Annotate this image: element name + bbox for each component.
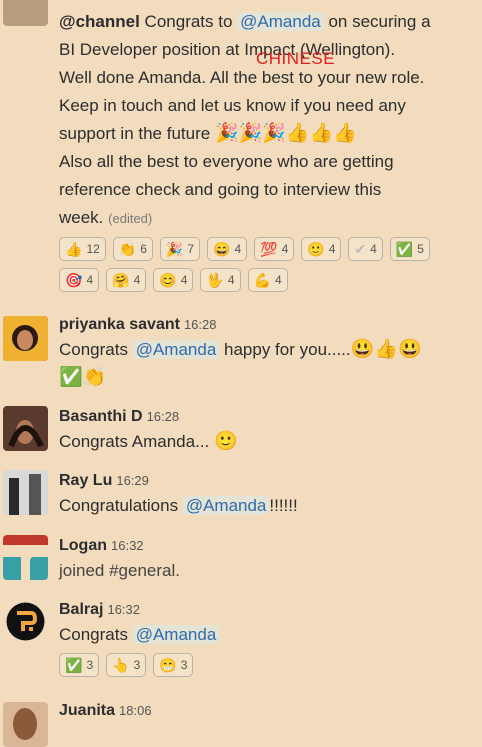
reaction-100[interactable]: 💯 4 (254, 237, 295, 261)
channel-mention[interactable]: @channel (59, 12, 140, 31)
timestamp[interactable]: 18:06 (119, 703, 152, 718)
avatar-image (3, 316, 48, 361)
reactions-bar: ✅ 3 👆 3 😁 3 (59, 653, 474, 677)
clap-icon: 👏 (118, 241, 137, 257)
avatar-image (3, 406, 48, 451)
avatar-image (3, 535, 48, 580)
reaction-muscle[interactable]: 💪 4 (247, 268, 288, 292)
reaction-point-up[interactable]: 👆 3 (106, 653, 147, 677)
message-text: joined #general. (59, 561, 180, 580)
user-mention[interactable]: @Amanda (237, 12, 324, 31)
timestamp[interactable]: 16:32 (107, 602, 140, 617)
author-name[interactable]: Logan (59, 537, 107, 554)
hugging-icon: 🤗 (112, 272, 130, 288)
timestamp[interactable]: 16:29 (116, 473, 149, 488)
edited-label: (edited) (108, 211, 153, 226)
dart-icon: 🎯 (65, 272, 83, 288)
avatar[interactable] (3, 406, 48, 451)
reaction-heavy-check[interactable]: ✅ 5 (389, 237, 430, 261)
message-text: Congrats Amanda... 🙂 (59, 431, 238, 452)
user-mention[interactable]: @Amanda (132, 340, 220, 359)
heavy-check-icon: ✅ (65, 657, 83, 673)
reaction-slight-smile[interactable]: 🙂 4 (301, 237, 342, 261)
author-name[interactable]: Balraj (59, 601, 103, 618)
avatar[interactable] (3, 316, 48, 361)
blush-icon: 😊 (159, 272, 177, 288)
hundred-icon: 💯 (260, 241, 278, 257)
timestamp[interactable]: 16:32 (111, 538, 144, 553)
user-mention[interactable]: @Amanda (132, 625, 220, 644)
author-name[interactable]: Basanthi D (59, 408, 143, 425)
avatar[interactable] (3, 0, 48, 26)
avatar-image (3, 702, 48, 747)
reactions-bar: 👍 12 👏 6 🎉 7 😄 4 💯 4 🙂 4 ✔ 4 ✅ 5 🎯 4 🤗 4 😊 4 🖖 4 💪 4 (59, 237, 469, 292)
reaction-check-mark[interactable]: ✔ 4 (348, 237, 383, 261)
reaction-vulcan[interactable]: 🖖 4 (200, 268, 241, 292)
reaction-clap[interactable]: 👏 6 (112, 237, 153, 261)
inline-emoji: 😃👍😃 (350, 339, 422, 360)
smile-icon: 😄 (213, 241, 231, 257)
reaction-blush[interactable]: 😊 4 (153, 268, 194, 292)
point-up-icon: 👆 (112, 657, 130, 673)
reaction-tada[interactable]: 🎉 7 (159, 237, 201, 261)
thumbsup-icon: 👍 (65, 241, 83, 257)
reaction-heavy-check[interactable]: ✅ 3 (59, 653, 100, 677)
reaction-dart[interactable]: 🎯 4 (59, 268, 100, 292)
reaction-grin[interactable]: 😁 3 (153, 653, 194, 677)
inline-emoji: 🎉🎉🎉👍👍👍 (214, 123, 357, 144)
vulcan-icon: 🖖 (206, 272, 224, 288)
message-text: Congrats @Amanda (59, 621, 474, 649)
tada-icon: 🎉 (165, 241, 184, 257)
watermark-text: CHINESE (256, 49, 336, 68)
user-mention[interactable]: @Amanda (182, 496, 270, 515)
author-name[interactable]: Juanita (59, 702, 115, 719)
author-name[interactable]: priyanka savant (59, 316, 180, 333)
avatar-image (6, 602, 45, 641)
message-text: @channel Congrats to @Amanda on securing… (59, 12, 431, 227)
reaction-hugging[interactable]: 🤗 4 (106, 268, 147, 292)
avatar[interactable] (3, 702, 48, 747)
timestamp[interactable]: 16:28 (184, 317, 217, 332)
author-name[interactable]: Ray Lu (59, 472, 112, 489)
grin-icon: 😁 (159, 657, 177, 673)
reaction-thumbsup[interactable]: 👍 12 (59, 237, 106, 261)
heavy-check-icon: ✅ (395, 241, 414, 257)
reaction-smile[interactable]: 😄 4 (207, 237, 248, 261)
avatar[interactable] (3, 535, 48, 580)
avatar[interactable] (3, 470, 48, 515)
timestamp[interactable]: 16:28 (147, 409, 180, 424)
message-text: Congratulations @Amanda!!!!!! (59, 496, 298, 515)
muscle-icon: 💪 (253, 272, 271, 288)
inline-emoji: ✅👏 (59, 367, 107, 388)
avatar[interactable] (3, 599, 48, 644)
message-text: Congrats @Amanda happy for you.....😃👍😃 ✅… (59, 339, 422, 388)
slight-smile-icon: 🙂 (307, 241, 325, 257)
slight-smile-icon: 🙂 (214, 431, 238, 452)
check-mark-icon: ✔ (354, 241, 367, 257)
avatar-image (3, 470, 48, 515)
